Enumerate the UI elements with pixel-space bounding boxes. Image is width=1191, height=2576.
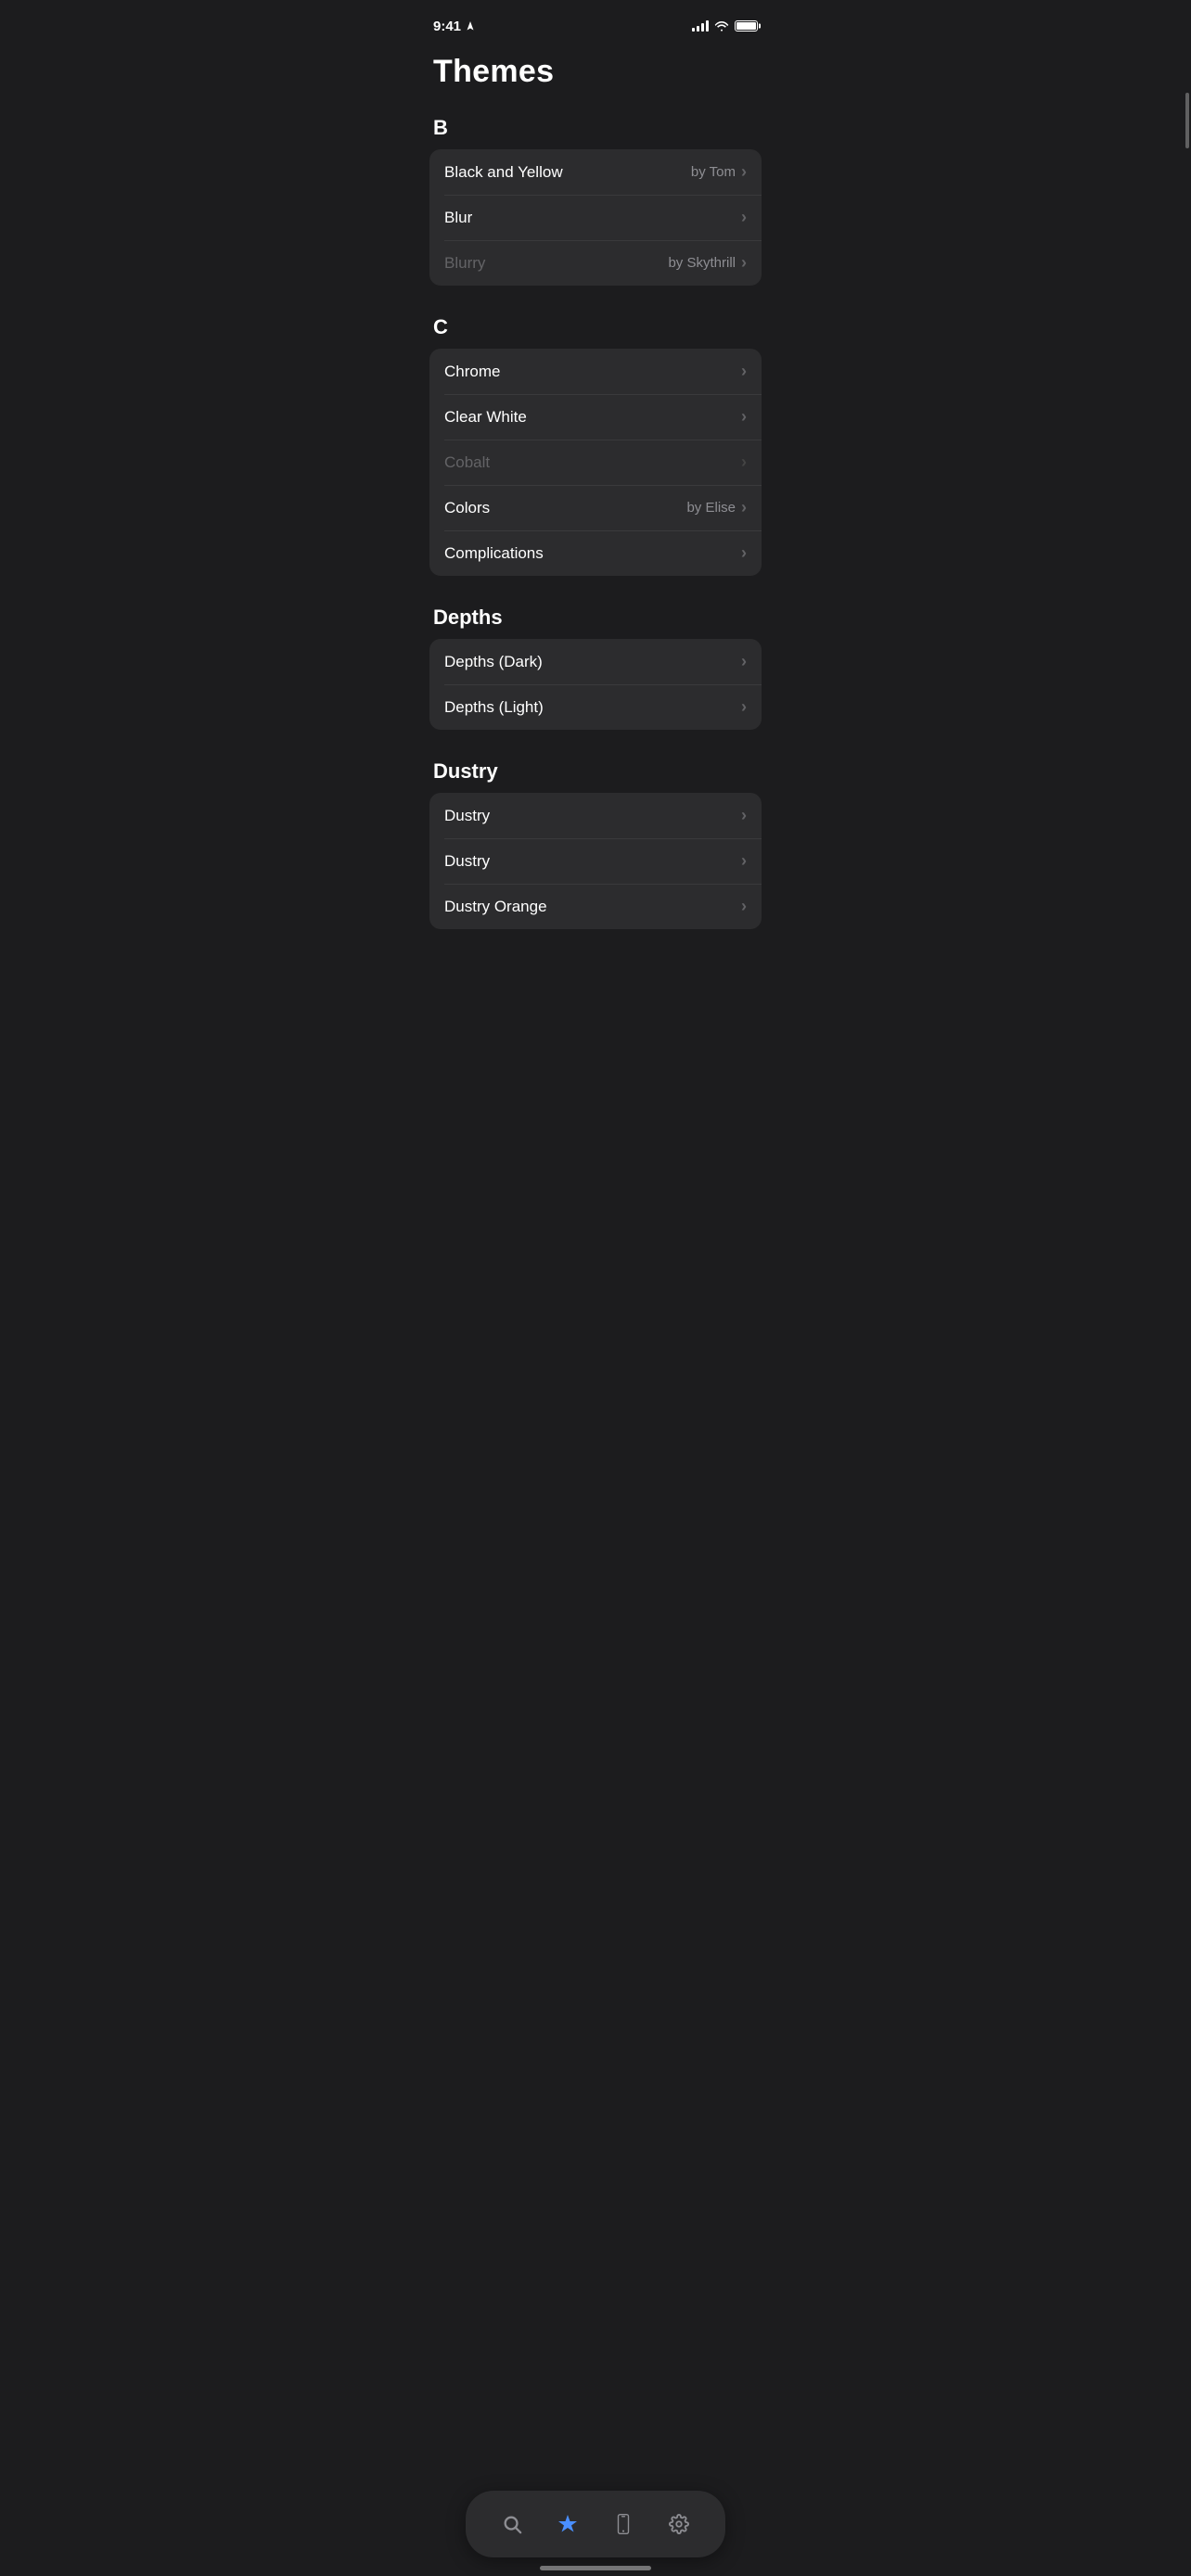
list-item-depths-dark[interactable]: Depths (Dark) — [429, 639, 762, 684]
device-icon — [614, 2514, 633, 2534]
item-name-dustry-1: Dustry — [444, 807, 490, 825]
status-icons — [692, 20, 758, 32]
status-time: 9:41 — [433, 19, 476, 34]
item-name-clear-white: Clear White — [444, 408, 527, 427]
list-item-complications[interactable]: Complications — [429, 530, 762, 576]
item-name-colors: Colors — [444, 499, 490, 517]
section-c-header: C — [415, 308, 776, 349]
item-name-blur: Blur — [444, 209, 472, 227]
tab-search[interactable] — [492, 2504, 532, 2544]
item-name-depths-light: Depths (Light) — [444, 698, 544, 717]
section-depths-header: Depths — [415, 598, 776, 639]
time-display: 9:41 — [433, 19, 461, 34]
item-name-depths-dark: Depths (Dark) — [444, 653, 543, 671]
navigation-icon — [465, 20, 476, 32]
chevron-icon — [741, 697, 747, 717]
section-depths: Depths Depths (Dark) Depths (Light) — [415, 598, 776, 730]
content-area: Themes B Black and Yellow by Tom Blur — [415, 46, 776, 1063]
section-depths-list: Depths (Dark) Depths (Light) — [429, 639, 762, 730]
item-name-black-and-yellow: Black and Yellow — [444, 163, 563, 182]
scroll-indicator — [1185, 93, 1189, 148]
list-item-dustry-2[interactable]: Dustry — [429, 838, 762, 884]
search-icon — [502, 2514, 522, 2534]
item-author-black-and-yellow: by Tom — [691, 164, 736, 180]
wifi-icon — [714, 20, 729, 32]
chevron-icon — [741, 851, 747, 871]
item-name-dustry-orange: Dustry Orange — [444, 898, 547, 916]
themes-icon — [557, 2513, 579, 2535]
tab-settings[interactable] — [659, 2504, 699, 2544]
item-name-chrome: Chrome — [444, 363, 500, 381]
section-b: B Black and Yellow by Tom Blur — [415, 108, 776, 286]
tab-device[interactable] — [603, 2504, 644, 2544]
list-item-colors[interactable]: Colors by Elise — [429, 485, 762, 530]
list-item-chrome[interactable]: Chrome — [429, 349, 762, 394]
section-c-list: Chrome Clear White Cobalt — [429, 349, 762, 576]
list-item-cobalt[interactable]: Cobalt — [429, 440, 762, 485]
chevron-icon — [741, 652, 747, 671]
settings-icon — [669, 2514, 689, 2534]
list-item-clear-white[interactable]: Clear White — [429, 394, 762, 440]
item-name-blurry: Blurry — [444, 254, 485, 273]
home-indicator — [540, 2566, 651, 2570]
chevron-icon — [741, 498, 747, 517]
chevron-icon — [741, 208, 747, 227]
page-title: Themes — [415, 46, 776, 108]
chevron-icon — [741, 806, 747, 825]
list-item-blurry[interactable]: Blurry by Skythrill — [429, 240, 762, 286]
item-name-cobalt: Cobalt — [444, 453, 490, 472]
chevron-icon — [741, 407, 747, 427]
section-b-list: Black and Yellow by Tom Blur Blurry — [429, 149, 762, 286]
chevron-icon — [741, 362, 747, 381]
item-name-complications: Complications — [444, 544, 544, 563]
section-b-header: B — [415, 108, 776, 149]
chevron-icon — [741, 253, 747, 273]
list-item-dustry-orange[interactable]: Dustry Orange — [429, 884, 762, 929]
chevron-icon — [741, 162, 747, 182]
item-name-dustry-2: Dustry — [444, 852, 490, 871]
section-dustry: Dustry Dustry Dustry Dustry — [415, 752, 776, 929]
chevron-icon — [741, 897, 747, 916]
section-dustry-list: Dustry Dustry Dustry Orange — [429, 793, 762, 929]
list-item-dustry-1[interactable]: Dustry — [429, 793, 762, 838]
status-bar: 9:41 — [415, 0, 776, 46]
signal-icon — [692, 20, 709, 32]
tab-bar — [466, 2491, 725, 2557]
chevron-icon — [741, 453, 747, 472]
battery-icon — [735, 20, 758, 32]
item-author-colors: by Elise — [686, 500, 736, 516]
item-author-blurry: by Skythrill — [668, 255, 736, 271]
list-item-black-and-yellow[interactable]: Black and Yellow by Tom — [429, 149, 762, 195]
section-dustry-header: Dustry — [415, 752, 776, 793]
section-c: C Chrome Clear White Cobalt — [415, 308, 776, 576]
list-item-depths-light[interactable]: Depths (Light) — [429, 684, 762, 730]
list-item-blur[interactable]: Blur — [429, 195, 762, 240]
chevron-icon — [741, 543, 747, 563]
tab-themes[interactable] — [547, 2504, 588, 2544]
